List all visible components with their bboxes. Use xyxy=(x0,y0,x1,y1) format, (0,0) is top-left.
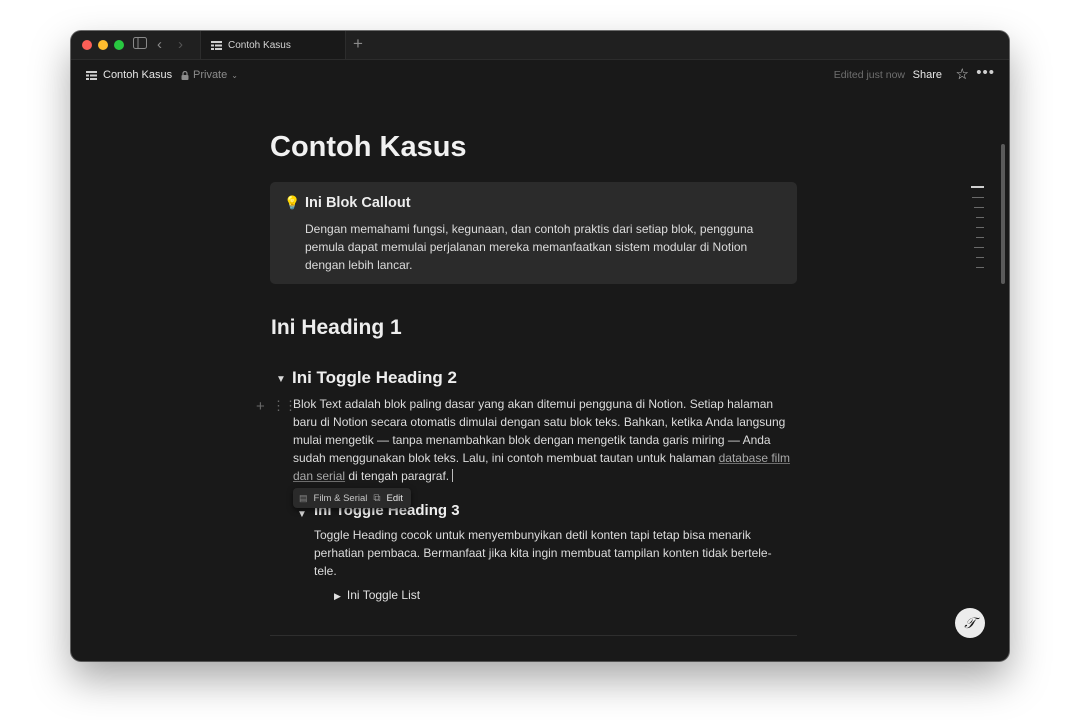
more-options-icon[interactable]: ••• xyxy=(976,64,995,81)
heading-1[interactable]: Ini Heading 1 xyxy=(271,316,402,340)
title-bar: ‹ › Contoh Kasus + xyxy=(71,31,1009,60)
toggle-triangle-right-icon[interactable]: ▶ xyxy=(334,591,341,601)
toc-line[interactable] xyxy=(972,197,984,198)
toggle-triangle-down-icon[interactable]: ▼ xyxy=(297,509,307,520)
chevron-down-icon: ⌄ xyxy=(231,70,238,80)
toc-line[interactable] xyxy=(974,207,984,208)
toc-line[interactable] xyxy=(976,237,984,238)
lock-icon xyxy=(181,70,189,80)
toggle-heading-2[interactable]: Ini Toggle Heading 2 xyxy=(292,368,457,388)
help-icon: 𝒯 xyxy=(964,614,976,632)
callout-block[interactable]: 💡 Ini Blok Callout Dengan memahami fungs… xyxy=(270,182,797,284)
breadcrumb[interactable]: Contoh Kasus xyxy=(86,69,172,81)
link-preview-popup: ▤ Film & Serial ⧉ Edit xyxy=(293,488,411,508)
lightbulb-icon[interactable]: 💡 xyxy=(284,195,300,211)
toggle-list[interactable]: ▶ Ini Toggle List xyxy=(334,588,420,602)
text-block[interactable]: Blok Text adalah blok paling dasar yang … xyxy=(293,395,793,485)
toggle-triangle-down-icon[interactable]: ▼ xyxy=(276,374,286,385)
toc-line[interactable] xyxy=(976,227,984,228)
tab-contoh-kasus[interactable]: Contoh Kasus xyxy=(200,31,346,59)
forward-arrow-icon[interactable]: › xyxy=(178,36,183,54)
scrollbar-thumb[interactable] xyxy=(1001,144,1005,284)
back-arrow-icon[interactable]: ‹ xyxy=(157,36,162,54)
database-icon xyxy=(211,40,222,50)
text-cursor xyxy=(452,469,454,482)
privacy-label: Private xyxy=(193,69,228,81)
page-topbar: Contoh Kasus Private ⌄ Edited just now S… xyxy=(71,60,1009,90)
toc-line[interactable] xyxy=(976,257,984,258)
close-window-button[interactable] xyxy=(82,40,92,50)
database-icon xyxy=(86,70,97,80)
share-button[interactable]: Share xyxy=(913,69,942,81)
page-title[interactable]: Contoh Kasus xyxy=(270,131,467,164)
help-button[interactable]: 𝒯 xyxy=(955,608,985,638)
minimize-window-button[interactable] xyxy=(98,40,108,50)
breadcrumb-title: Contoh Kasus xyxy=(103,69,173,81)
add-block-icon[interactable]: + xyxy=(256,398,265,415)
table-of-contents-minimap[interactable] xyxy=(970,186,984,277)
edited-status: Edited just now xyxy=(833,69,905,81)
text-block-2[interactable]: Toggle Heading cocok untuk menyembunyika… xyxy=(314,526,789,580)
callout-body[interactable]: Dengan memahami fungsi, kegunaan, dan co… xyxy=(305,220,775,274)
paragraph-text: Blok Text adalah blok paling dasar yang … xyxy=(293,397,786,465)
paragraph-text-end: di tengah paragraf. xyxy=(345,469,450,483)
maximize-window-button[interactable] xyxy=(114,40,124,50)
edit-link-button[interactable]: Edit xyxy=(387,493,403,504)
page-icon: ▤ xyxy=(299,492,308,503)
divider xyxy=(270,635,797,636)
new-tab-button[interactable]: + xyxy=(353,35,363,53)
copy-link-icon[interactable]: ⧉ xyxy=(373,493,380,504)
toc-line[interactable] xyxy=(974,247,984,248)
link-preview-title[interactable]: Film & Serial xyxy=(314,493,368,504)
toc-line[interactable] xyxy=(976,267,984,268)
toggle-list-label: Ini Toggle List xyxy=(346,588,421,602)
sidebar-toggle-icon[interactable] xyxy=(133,36,147,54)
toc-line[interactable] xyxy=(976,217,984,218)
callout-title[interactable]: Ini Blok Callout xyxy=(305,195,411,211)
notion-window: ‹ › Contoh Kasus + Contoh Kasus Private … xyxy=(71,31,1009,661)
tab-title: Contoh Kasus xyxy=(228,39,291,51)
toc-line[interactable] xyxy=(971,186,984,188)
star-icon[interactable]: ☆ xyxy=(956,65,969,83)
privacy-menu[interactable]: Private ⌄ xyxy=(181,69,238,81)
